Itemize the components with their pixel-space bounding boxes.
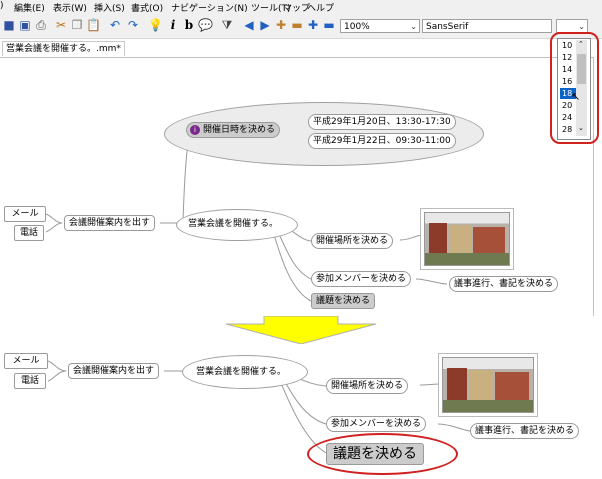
node-decide-datetime[interactable]: i 開催日時を決める: [186, 122, 281, 138]
node-send-notice-2[interactable]: 会議開催案内を出す: [68, 363, 160, 379]
node-decide-place-2[interactable]: 開催場所を決める: [326, 378, 409, 394]
node-decide-place[interactable]: 開催場所を決める: [311, 233, 394, 249]
connector-minutes: [415, 278, 448, 285]
street-photo: [424, 212, 510, 266]
node-date2[interactable]: 平成29年1月22日、09:30-11:00: [308, 133, 456, 149]
highlight-ring-size: [550, 32, 599, 144]
node-root[interactable]: 営業会議を開催する。: [188, 216, 278, 229]
node-root-2[interactable]: 営業会議を開催する。: [196, 364, 286, 377]
node-decide-agenda[interactable]: 議題を決める: [311, 293, 376, 309]
node-minutes-2[interactable]: 議事進行、書記を決める: [470, 423, 580, 439]
node-send-notice[interactable]: 会議開催案内を出す: [64, 215, 156, 231]
connector-phone-2: [47, 370, 67, 382]
node-minutes[interactable]: 議事進行、書記を決める: [449, 276, 559, 292]
node-phone[interactable]: 電話: [14, 225, 44, 241]
transition-arrow-icon: [226, 316, 376, 344]
street-photo-2: [442, 357, 534, 413]
node-date1[interactable]: 平成29年1月20日、13:30-17:30: [308, 114, 456, 130]
node-decide-members-2[interactable]: 参加メンバーを決める: [326, 416, 427, 432]
connector-photo: [399, 234, 423, 241]
connector-photo-2: [419, 383, 441, 386]
highlight-ring-agenda: [307, 433, 458, 475]
node-mail[interactable]: メール: [4, 206, 46, 222]
node-mail-2[interactable]: メール: [4, 353, 48, 369]
connector-mail-2: [47, 360, 67, 372]
node-decide-members[interactable]: 参加メンバーを決める: [311, 271, 412, 287]
info-icon: i: [190, 125, 200, 135]
connector-phone: [45, 222, 63, 233]
connector-minutes-2: [437, 423, 471, 432]
connector-mail: [45, 213, 63, 224]
node-phone-2[interactable]: 電話: [14, 373, 46, 389]
node-decide-datetime-label: 開催日時を決める: [203, 125, 276, 135]
